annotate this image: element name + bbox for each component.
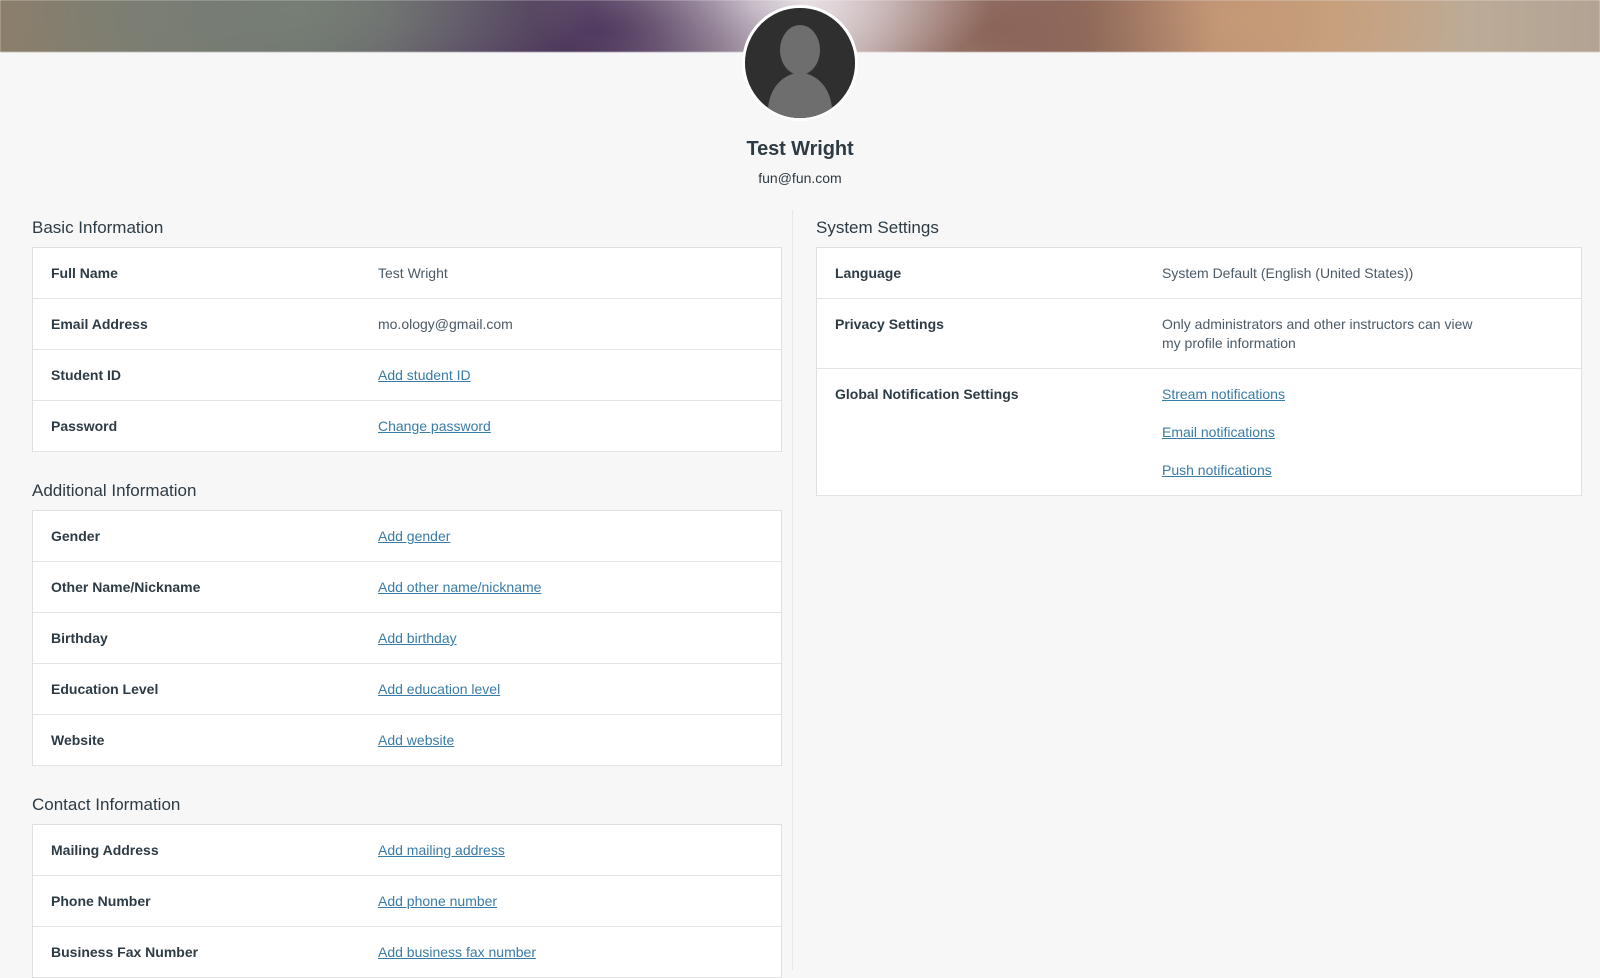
row-label-birthday: Birthday [51, 630, 108, 646]
section-title-additional-information: Additional Information [32, 481, 197, 500]
row-label-language: Language [835, 265, 902, 281]
row-label-other-name-nickname: Other Name/Nickname [51, 579, 201, 595]
table-row: Student ID Add student ID [33, 350, 781, 401]
row-value-language: System Default (English (United States)) [1162, 265, 1414, 281]
basic-information-table: Full Name Test Wright Email Address mo.o… [32, 247, 782, 452]
table-row: Education Level Add education level [33, 664, 781, 715]
add-student-id-link[interactable]: Add student ID [378, 367, 471, 383]
table-row: Gender Add gender [33, 511, 781, 562]
row-value-password: Change password [378, 417, 781, 436]
row-label-phone-number: Phone Number [51, 893, 151, 909]
row-value-phone-number: Add phone number [378, 892, 781, 911]
row-value-business-fax-number: Add business fax number [378, 943, 781, 962]
add-phone-number-link[interactable]: Add phone number [378, 893, 497, 909]
additional-information-table: Gender Add gender Other Name/Nickname Ad… [32, 510, 782, 766]
row-value-student-id: Add student ID [378, 366, 781, 385]
profile-name: Test Wright [746, 138, 854, 160]
row-value-education-level: Add education level [378, 680, 781, 699]
section-title-basic-information: Basic Information [32, 218, 164, 237]
row-value-other-name-nickname: Add other name/nickname [378, 578, 781, 597]
right-column: System Settings Language System Default … [816, 216, 1582, 523]
table-row: Privacy Settings Only administrators and… [817, 299, 1581, 369]
table-row: Email Address mo.ology@gmail.com [33, 299, 781, 350]
table-row: Language System Default (English (United… [817, 248, 1581, 299]
row-label-privacy-settings: Privacy Settings [835, 316, 944, 332]
table-row: Full Name Test Wright [33, 248, 781, 299]
table-row: Global Notification Settings Stream noti… [817, 369, 1581, 496]
profile-email: fun@fun.com [758, 170, 842, 186]
add-birthday-link[interactable]: Add birthday [378, 630, 457, 646]
row-value-email-address: mo.ology@gmail.com [378, 316, 513, 332]
row-value-privacy-settings: Only administrators and other instructor… [1162, 316, 1473, 351]
table-row: Website Add website [33, 715, 781, 766]
row-label-website: Website [51, 732, 105, 748]
email-notifications-link[interactable]: Email notifications [1162, 423, 1563, 442]
row-label-full-name: Full Name [51, 265, 118, 281]
contact-information-table: Mailing Address Add mailing address Phon… [32, 824, 782, 978]
push-notifications-link[interactable]: Push notifications [1162, 461, 1563, 480]
add-business-fax-number-link[interactable]: Add business fax number [378, 944, 536, 960]
row-label-student-id: Student ID [51, 367, 121, 383]
add-mailing-address-link[interactable]: Add mailing address [378, 842, 505, 858]
row-label-business-fax-number: Business Fax Number [51, 944, 199, 960]
column-divider [792, 210, 793, 970]
add-gender-link[interactable]: Add gender [378, 528, 450, 544]
user-silhouette-avatar-icon [745, 8, 855, 118]
add-other-name-nickname-link[interactable]: Add other name/nickname [378, 579, 541, 595]
row-label-email-address: Email Address [51, 316, 148, 332]
avatar[interactable] [742, 5, 858, 121]
stream-notifications-link[interactable]: Stream notifications [1162, 385, 1563, 404]
row-label-gender: Gender [51, 528, 101, 544]
add-education-level-link[interactable]: Add education level [378, 681, 500, 697]
system-settings-table: Language System Default (English (United… [816, 247, 1582, 496]
table-row: Birthday Add birthday [33, 613, 781, 664]
add-website-link[interactable]: Add website [378, 732, 454, 748]
section-title-system-settings: System Settings [816, 218, 939, 237]
row-label-global-notification-settings: Global Notification Settings [835, 386, 1019, 402]
change-password-link[interactable]: Change password [378, 418, 491, 434]
section-title-contact-information: Contact Information [32, 795, 181, 814]
row-label-education-level: Education Level [51, 681, 159, 697]
row-value-global-notification-settings: Stream notifications Email notifications… [1162, 385, 1581, 480]
left-column: Basic Information Full Name Test Wright … [32, 216, 782, 978]
row-value-mailing-address: Add mailing address [378, 841, 781, 860]
row-value-birthday: Add birthday [378, 629, 781, 648]
table-row: Business Fax Number Add business fax num… [33, 927, 781, 978]
table-row: Other Name/Nickname Add other name/nickn… [33, 562, 781, 613]
table-row: Password Change password [33, 401, 781, 452]
row-value-website: Add website [378, 731, 781, 750]
table-row: Mailing Address Add mailing address [33, 825, 781, 876]
row-label-password: Password [51, 418, 118, 434]
row-value-gender: Add gender [378, 527, 781, 546]
row-label-mailing-address: Mailing Address [51, 842, 159, 858]
row-value-full-name: Test Wright [378, 265, 448, 281]
table-row: Phone Number Add phone number [33, 876, 781, 927]
